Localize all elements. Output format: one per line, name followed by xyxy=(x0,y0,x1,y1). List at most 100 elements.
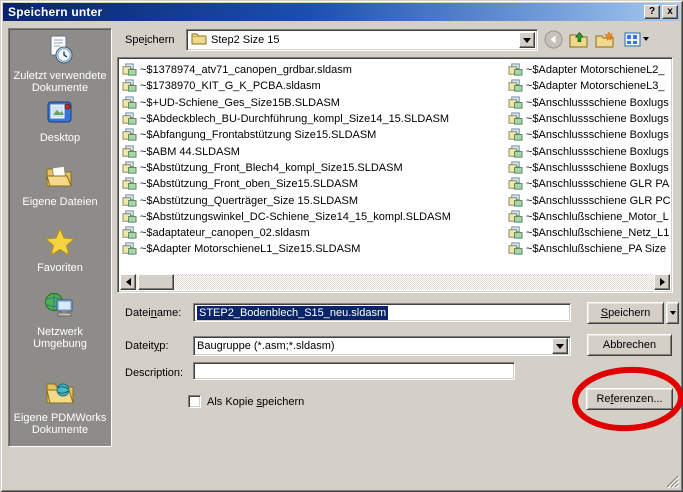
file-name: ~$Anschlussschiene Boxlugs xyxy=(526,145,669,158)
scroll-left-button[interactable] xyxy=(120,274,136,290)
location-dropdown-button[interactable] xyxy=(519,32,535,48)
assembly-file-icon xyxy=(122,63,137,76)
view-menu-button[interactable] xyxy=(621,29,651,49)
file-name: ~$Anschlussschiene GLR PC xyxy=(526,194,671,207)
chevron-down-icon xyxy=(556,343,564,349)
arrow-right-icon xyxy=(659,278,665,286)
save-as-copy-checkbox[interactable] xyxy=(188,395,201,408)
scrollbar-thumb[interactable] xyxy=(138,274,174,290)
folder-icon xyxy=(191,32,207,48)
file-list-item[interactable]: ~$Anschlussschiene Boxlugs xyxy=(508,160,671,176)
file-name: ~$Abstützung_Querträger_Size 15.SLDASM xyxy=(140,194,358,207)
file-list-item[interactable]: ~$Abstützungswinkel_DC-Schiene_Size14_15… xyxy=(122,209,506,225)
desktop-icon xyxy=(44,99,76,130)
file-list-item[interactable]: ~$+UD-Schiene_Ges_Size15B.SLDASM xyxy=(122,95,506,111)
references-button[interactable]: Referenzen... xyxy=(586,388,673,410)
scroll-right-button[interactable] xyxy=(654,274,670,290)
cancel-button[interactable]: Abbrechen xyxy=(587,334,672,356)
assembly-file-icon xyxy=(508,128,523,141)
file-list-item[interactable]: ~$Anschlussschiene GLR PA xyxy=(508,176,671,192)
file-list-item[interactable]: ~$ABM 44.SLDASM xyxy=(122,143,506,159)
resize-grip[interactable] xyxy=(666,475,679,488)
assembly-file-icon xyxy=(122,193,137,207)
filetype-value: Baugruppe (*.asm;*.sldasm) xyxy=(197,340,335,352)
places-bar: Zuletzt verwendete Dokumente Desktop Eig… xyxy=(8,28,112,447)
file-name: ~$Anschlußschiene_PA Size xyxy=(526,243,667,256)
save-button[interactable]: Speichern xyxy=(587,302,664,324)
file-list-item[interactable]: ~$Abstützung_Querträger_Size 15.SLDASM xyxy=(122,192,506,208)
file-list-item[interactable]: ~$Adapter MotorschieneL2_ xyxy=(508,62,671,78)
file-list-item[interactable]: ~$Anschlussschiene GLR PC xyxy=(508,192,671,208)
file-name: ~$Anschlussschiene GLR PA xyxy=(526,178,670,191)
location-combobox[interactable]: Step2 Size 15 xyxy=(186,29,538,51)
dialog-toolbar xyxy=(543,29,651,49)
file-list-item[interactable]: ~$Abdeckblech_BU-Durchführung_kompl_Size… xyxy=(122,111,506,127)
up-folder-icon xyxy=(569,31,588,47)
favorites-icon xyxy=(44,227,76,260)
place-network[interactable]: Netzwerk Umgebung xyxy=(11,291,109,350)
file-list-item[interactable]: ~$Anschlussschiene Boxlugs xyxy=(508,111,671,127)
file-list-item[interactable]: ~$Anschlussschiene Boxlugs xyxy=(508,95,671,111)
file-name: ~$Anschlussschiene Boxlugs xyxy=(526,129,669,142)
file-name: ~$Anschlußschiene_Netz_L1 xyxy=(526,227,670,240)
place-pdmworks-documents[interactable]: Eigene PDMWorks Dokumente xyxy=(11,379,109,436)
place-favorites[interactable]: Favoriten xyxy=(11,227,109,274)
description-label: Description: xyxy=(125,367,184,379)
file-list-item[interactable]: ~$Anschlußschiene_PA Size xyxy=(508,241,671,257)
new-folder-button[interactable] xyxy=(595,29,615,49)
chevron-down-icon xyxy=(523,37,531,43)
place-my-documents[interactable]: Eigene Dateien xyxy=(11,163,109,208)
assembly-file-icon xyxy=(508,242,523,256)
back-icon xyxy=(544,30,562,48)
title-bar[interactable]: Speichern unter ? x xyxy=(3,3,680,21)
file-list-item[interactable]: ~$Abstützung_Front_Blech4_kompl_Size15.S… xyxy=(122,160,506,176)
file-name: ~$Anschlussschiene Boxlugs xyxy=(526,96,669,109)
horizontal-scrollbar[interactable] xyxy=(120,274,670,290)
save-as-copy-option: Als Kopie speichern xyxy=(188,395,304,408)
file-column-right: ~$Adapter MotorschieneL2_ ~$Adapter Moto… xyxy=(508,62,671,258)
file-list-item[interactable]: ~$Anschlussschiene Boxlugs xyxy=(508,127,671,143)
file-name: ~$1738970_KIT_G_K_PCBA.sldasm xyxy=(140,80,321,93)
save-dropdown-button[interactable] xyxy=(666,302,679,324)
file-list-item[interactable]: ~$Abstützung_Front_oben_Size15.SLDASM xyxy=(122,176,506,192)
file-name: ~$Adapter MotorschieneL2_ xyxy=(526,64,665,77)
filename-input[interactable]: STEP2_Bodenblech_S15_neu.sldasm xyxy=(193,303,571,322)
file-list-item[interactable]: ~$1738970_KIT_G_K_PCBA.sldasm xyxy=(122,78,506,94)
back-button[interactable] xyxy=(543,29,563,49)
file-name: ~$+UD-Schiene_Ges_Size15B.SLDASM xyxy=(140,96,340,109)
file-list-item[interactable]: ~$Adapter MotorschieneL3_ xyxy=(508,78,671,94)
file-name: ~$adaptateur_canopen_02.sldasm xyxy=(140,227,310,240)
arrow-left-icon xyxy=(125,278,131,286)
close-button[interactable]: x xyxy=(662,5,678,19)
chevron-down-icon xyxy=(669,311,676,315)
file-list-item[interactable]: ~$Adapter MotorschieneL1_Size15.SLDASM xyxy=(122,241,506,257)
scrollbar-track[interactable] xyxy=(136,274,654,290)
place-label: Favoriten xyxy=(37,262,83,274)
file-list-item[interactable]: ~$Anschlußschiene_Netz_L1 xyxy=(508,225,671,241)
assembly-file-icon xyxy=(508,112,523,125)
file-list-item[interactable]: ~$Abfangung_Frontabstützung Size15.SLDAS… xyxy=(122,127,506,143)
place-recent-documents[interactable]: Zuletzt verwendete Dokumente xyxy=(11,35,109,94)
assembly-file-icon xyxy=(122,79,137,93)
place-desktop[interactable]: Desktop xyxy=(11,99,109,144)
file-list-item[interactable]: ~$Anschlussschiene Boxlugs xyxy=(508,143,671,159)
assembly-file-icon xyxy=(122,161,137,174)
file-name: ~$1378974_atv71_canopen_grdbar.sldasm xyxy=(140,64,352,77)
new-folder-icon xyxy=(595,31,614,47)
filetype-dropdown-button[interactable] xyxy=(552,338,568,354)
description-input[interactable] xyxy=(193,362,515,380)
filetype-combobox[interactable]: Baugruppe (*.asm;*.sldasm) xyxy=(193,336,571,356)
file-name: ~$Abfangung_Frontabstützung Size15.SLDAS… xyxy=(140,129,377,142)
close-icon: x xyxy=(667,6,673,17)
file-name: ~$Anschlussschiene Boxlugs xyxy=(526,113,669,126)
file-list-item[interactable]: ~$Anschlußschiene_Motor_L xyxy=(508,209,671,225)
file-list-item[interactable]: ~$adaptateur_canopen_02.sldasm xyxy=(122,225,506,241)
assembly-file-icon xyxy=(508,210,523,223)
file-list-item[interactable]: ~$1378974_atv71_canopen_grdbar.sldasm xyxy=(122,62,506,78)
location-value: Step2 Size 15 xyxy=(211,34,280,46)
help-button[interactable]: ? xyxy=(644,5,660,19)
file-list[interactable]: ~$1378974_atv71_canopen_grdbar.sldasm ~$… xyxy=(117,57,673,293)
assembly-file-icon xyxy=(508,193,523,207)
filename-label: Dateiname: xyxy=(125,307,182,319)
up-one-level-button[interactable] xyxy=(569,29,589,49)
